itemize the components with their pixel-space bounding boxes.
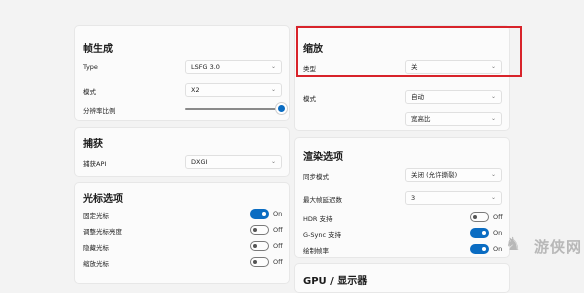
scaling-mode-dropdown[interactable]: 自动 ⌄ [405, 90, 502, 104]
capture-card: 捕获 捕获API DXGI ⌄ [74, 127, 290, 177]
mode-dropdown-value: X2 [191, 86, 200, 94]
capture-title: 捕获 [83, 139, 103, 150]
resolution-scale-slider-thumb[interactable] [276, 103, 287, 114]
sync-mode-dropdown[interactable]: 关闭 (允许撕裂) ⌄ [405, 168, 502, 182]
hdr-support-label: HDR 支持 [303, 215, 333, 223]
toggle-state-label: Off [493, 213, 503, 221]
cursor-toggle-hide[interactable] [250, 241, 269, 251]
draw-fps-label: 绘制帧率 [303, 247, 329, 255]
scaling-mode-label: 模式 [303, 95, 316, 103]
toggle-state-label: On [493, 229, 503, 237]
toggle-state-label: On [273, 210, 283, 218]
scaling-aspect-dropdown[interactable]: 宽高比 ⌄ [405, 112, 502, 126]
mode-label: 模式 [83, 88, 96, 96]
gsync-support-label: G-Sync 支持 [303, 231, 342, 239]
chevron-down-icon: ⌄ [490, 194, 496, 201]
cursor-toggle-brightness[interactable] [250, 225, 269, 235]
chevron-down-icon: ⌄ [490, 171, 496, 178]
max-frame-latency-label: 最大帧延迟数 [303, 196, 342, 204]
capture-api-label: 捕获API [83, 160, 107, 168]
chevron-down-icon: ⌄ [270, 158, 276, 165]
sync-mode-label: 同步模式 [303, 173, 329, 181]
cursor-item-label: 缩放光标 [83, 260, 109, 268]
toggle-state-label: Off [273, 242, 283, 250]
max-frame-latency-dropdown-value: 3 [411, 194, 416, 202]
chevron-down-icon: ⌄ [490, 93, 496, 100]
gpu-display-card: GPU / 显示器 [294, 263, 510, 293]
toggle-state-label: Off [273, 226, 283, 234]
draw-fps-toggle[interactable] [470, 244, 489, 254]
render-options-card: 渲染选项 同步模式 关闭 (允许撕裂) ⌄ 最大帧延迟数 3 ⌄ HDR 支持 … [294, 137, 510, 258]
render-options-title: 渲染选项 [303, 152, 343, 163]
highlight-box [296, 26, 522, 77]
frame-generation-card: 帧生成 Type LSFG 3.0 ⌄ 模式 X2 ⌄ 分辨率比例 [74, 25, 290, 121]
type-label: Type [83, 63, 98, 71]
resolution-scale-slider[interactable] [185, 108, 279, 110]
watermark-logo-icon: ♞ [505, 234, 522, 255]
gsync-support-toggle[interactable] [470, 228, 489, 238]
mode-dropdown[interactable]: X2 ⌄ [185, 83, 282, 97]
sync-mode-dropdown-value: 关闭 (允许撕裂) [411, 171, 458, 179]
frame-generation-title: 帧生成 [83, 44, 113, 55]
cursor-options-card: 光标选项 固定光标 On 调整光标亮度 Off 隐藏光标 Off 缩放光标 Of… [74, 182, 290, 284]
cursor-toggle-scale[interactable] [250, 257, 269, 267]
cursor-item-label: 隐藏光标 [83, 244, 109, 252]
chevron-down-icon: ⌄ [270, 63, 276, 70]
resolution-scale-label: 分辨率比例 [83, 107, 116, 115]
cursor-toggle-fixed[interactable] [250, 209, 269, 219]
chevron-down-icon: ⌄ [490, 115, 496, 122]
toggle-state-label: On [493, 245, 503, 253]
cursor-item-label: 固定光标 [83, 212, 109, 220]
capture-api-dropdown[interactable]: DXGI ⌄ [185, 155, 282, 169]
scaling-aspect-dropdown-value: 宽高比 [411, 115, 431, 123]
type-dropdown-value: LSFG 3.0 [191, 63, 220, 71]
gpu-display-title: GPU / 显示器 [303, 276, 368, 287]
type-dropdown[interactable]: LSFG 3.0 ⌄ [185, 60, 282, 74]
hdr-support-toggle[interactable] [470, 212, 489, 222]
chevron-down-icon: ⌄ [270, 86, 276, 93]
capture-api-dropdown-value: DXGI [191, 158, 208, 166]
watermark-text: 游侠网 [533, 238, 582, 256]
toggle-state-label: Off [273, 258, 283, 266]
cursor-item-label: 调整光标亮度 [83, 228, 122, 236]
max-frame-latency-dropdown[interactable]: 3 ⌄ [405, 191, 502, 205]
scaling-mode-dropdown-value: 自动 [411, 93, 424, 101]
cursor-options-title: 光标选项 [83, 194, 123, 205]
